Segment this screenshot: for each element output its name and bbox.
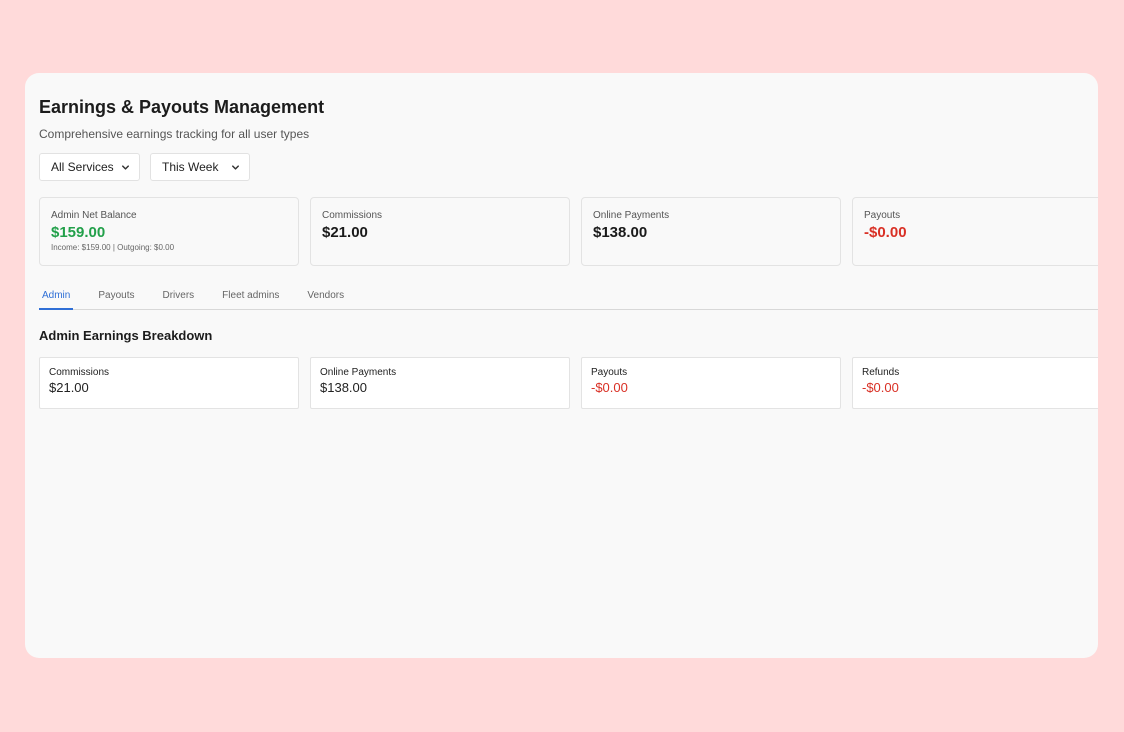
breakdown-cards: Commissions $21.00 Online Payments $138.… xyxy=(39,357,1098,409)
tab-drivers[interactable]: Drivers xyxy=(160,285,198,310)
breakdown-payouts: Payouts -$0.00 xyxy=(581,357,841,409)
service-select-value: All Services xyxy=(51,160,114,174)
online-payments-card: Online Payments $138.00 xyxy=(581,197,841,266)
tab-fleet-admins[interactable]: Fleet admins xyxy=(219,285,282,310)
card-value: $138.00 xyxy=(593,224,648,241)
breakdown-value: $138.00 xyxy=(320,380,367,395)
card-value: -$0.00 xyxy=(864,224,907,241)
chevron-down-icon xyxy=(232,164,239,170)
tab-bar: Admin Payouts Drivers Fleet admins Vendo… xyxy=(39,285,1098,310)
period-select-value: This Week xyxy=(162,160,219,174)
card-subtext: Income: $159.00 | Outgoing: $0.00 xyxy=(51,243,175,252)
card-label: Commissions xyxy=(322,210,383,221)
breakdown-value: -$0.00 xyxy=(862,380,899,395)
breakdown-label: Online Payments xyxy=(320,367,397,378)
card-label: Payouts xyxy=(864,210,901,221)
breakdown-refunds: Refunds -$0.00 xyxy=(852,357,1098,409)
card-label: Admin Net Balance xyxy=(51,210,137,221)
tab-payouts[interactable]: Payouts xyxy=(95,285,137,310)
commissions-card: Commissions $21.00 xyxy=(310,197,570,266)
card-value: $159.00 xyxy=(51,224,106,241)
page-subtitle: Comprehensive earnings tracking for all … xyxy=(39,127,310,141)
breakdown-label: Refunds xyxy=(862,367,900,378)
breakdown-online-payments: Online Payments $138.00 xyxy=(310,357,570,409)
card-label: Online Payments xyxy=(593,210,670,221)
filter-bar: All Services This Week xyxy=(39,153,250,181)
main-panel: Earnings & Payouts Management Comprehens… xyxy=(25,73,1098,658)
tab-admin[interactable]: Admin xyxy=(39,285,74,310)
section-title: Admin Earnings Breakdown xyxy=(39,328,213,343)
breakdown-label: Payouts xyxy=(591,367,628,378)
net-balance-card: Admin Net Balance $159.00 Income: $159.0… xyxy=(39,197,299,266)
chevron-down-icon xyxy=(122,164,129,170)
breakdown-label: Commissions xyxy=(49,367,110,378)
payouts-card: Payouts -$0.00 xyxy=(852,197,1098,266)
summary-cards: Admin Net Balance $159.00 Income: $159.0… xyxy=(39,197,1098,266)
breakdown-commissions: Commissions $21.00 xyxy=(39,357,299,409)
period-select[interactable]: This Week xyxy=(150,153,250,181)
card-value: $21.00 xyxy=(322,224,368,241)
service-select[interactable]: All Services xyxy=(39,153,140,181)
breakdown-value: -$0.00 xyxy=(591,380,628,395)
page-title: Earnings & Payouts Management xyxy=(39,97,325,117)
tab-vendors[interactable]: Vendors xyxy=(304,285,347,310)
breakdown-value: $21.00 xyxy=(49,380,89,395)
